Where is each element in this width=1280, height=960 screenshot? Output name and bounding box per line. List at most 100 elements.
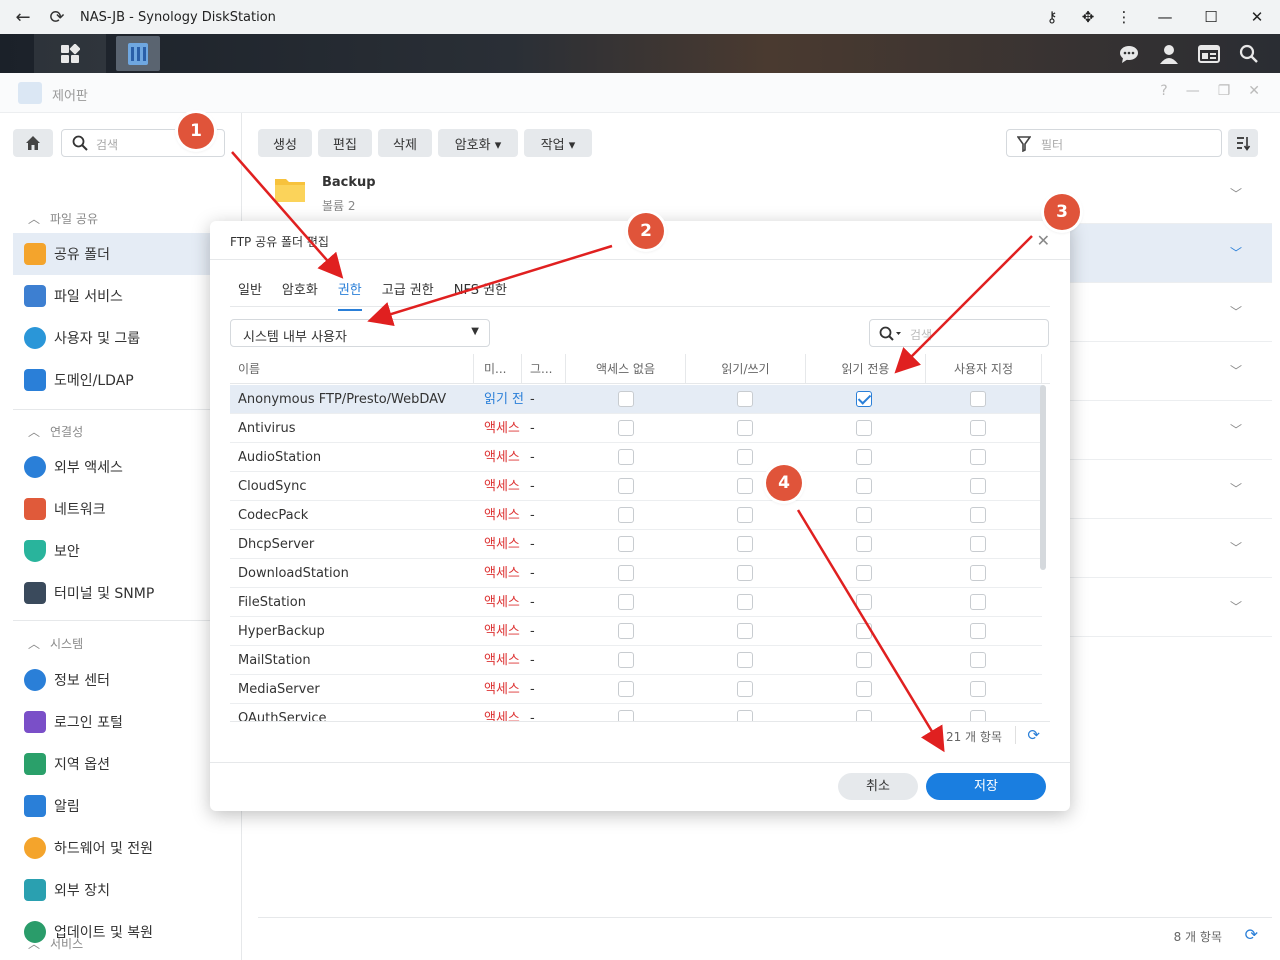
tab-general[interactable]: 일반 <box>228 279 272 305</box>
refresh-icon[interactable]: ⟳ <box>1027 726 1040 744</box>
checkbox-read-only[interactable] <box>856 652 872 668</box>
home-button[interactable] <box>13 129 53 157</box>
table-row[interactable]: FileStation 액세스 - <box>230 588 1042 617</box>
table-scrollbar[interactable] <box>1040 385 1046 570</box>
chevron-down-icon[interactable]: ﹀ <box>1230 303 1242 320</box>
restore-window-icon[interactable]: ❐ <box>1218 83 1231 99</box>
table-row[interactable]: MediaServer 액세스 - <box>230 675 1042 704</box>
permission-search-input[interactable]: 검색 <box>869 319 1049 347</box>
save-button[interactable]: 저장 <box>926 773 1046 800</box>
checkbox-no-access[interactable] <box>618 565 634 581</box>
checkbox-read-only[interactable] <box>856 507 872 523</box>
checkbox-read-write[interactable] <box>737 565 753 581</box>
tab-permissions[interactable]: 권한 <box>328 279 372 311</box>
table-row[interactable]: AudioStation 액세스 - <box>230 443 1042 472</box>
checkbox-read-write[interactable] <box>737 478 753 494</box>
checkbox-read-only[interactable] <box>856 710 872 721</box>
checkbox-read-only[interactable] <box>856 681 872 697</box>
checkbox-read-write[interactable] <box>737 507 753 523</box>
column-header-no-access[interactable]: 액세스 없음 <box>566 354 686 384</box>
back-arrow-icon[interactable]: ← <box>12 6 34 28</box>
section-services[interactable]: ︿ 서비스 <box>28 935 83 952</box>
folder-row[interactable]: Backup 볼륨 2 ﹀ <box>258 165 1272 224</box>
checkbox-no-access[interactable] <box>618 420 634 436</box>
checkbox-custom[interactable] <box>970 507 986 523</box>
checkbox-custom[interactable] <box>970 420 986 436</box>
sidebar-item-network[interactable]: 네트워크 <box>13 488 229 530</box>
checkbox-read-write[interactable] <box>737 623 753 639</box>
chevron-down-icon[interactable]: ﹀ <box>1230 539 1242 556</box>
checkbox-read-write[interactable] <box>737 652 753 668</box>
checkbox-no-access[interactable] <box>618 449 634 465</box>
sidebar-item-users-groups[interactable]: 사용자 및 그룹 <box>13 317 229 359</box>
checkbox-no-access[interactable] <box>618 652 634 668</box>
chevron-down-icon[interactable]: ﹀ <box>1230 421 1242 438</box>
sidebar-item-info-center[interactable]: 정보 센터 <box>13 659 229 701</box>
chevron-down-icon[interactable]: ﹀ <box>1230 362 1242 379</box>
checkbox-no-access[interactable] <box>618 478 634 494</box>
tab-encryption[interactable]: 암호화 <box>272 279 328 305</box>
chevron-down-icon[interactable]: ﹀ <box>1230 480 1242 497</box>
sidebar-item-shared-folder[interactable]: 공유 폴더 <box>13 233 229 275</box>
checkbox-custom[interactable] <box>970 652 986 668</box>
control-panel-taskbar-button[interactable] <box>116 36 160 71</box>
checkbox-no-access[interactable] <box>618 391 634 407</box>
user-icon[interactable] <box>1156 41 1182 67</box>
checkbox-no-access[interactable] <box>618 623 634 639</box>
encrypt-dropdown[interactable]: 암호화 ▾ <box>438 129 518 157</box>
checkbox-read-write[interactable] <box>737 420 753 436</box>
checkbox-read-only[interactable] <box>856 478 872 494</box>
table-row[interactable]: MailStation 액세스 - <box>230 646 1042 675</box>
checkbox-custom[interactable] <box>970 681 986 697</box>
column-header-read-write[interactable]: 읽기/쓰기 <box>686 354 806 384</box>
checkbox-read-write[interactable] <box>737 681 753 697</box>
extensions-icon[interactable]: ✥ <box>1070 8 1106 26</box>
chat-icon[interactable] <box>1116 41 1142 67</box>
sidebar-item-file-services[interactable]: 파일 서비스 <box>13 275 229 317</box>
column-header-preview[interactable]: 미... <box>474 354 522 384</box>
tab-nfs-permissions[interactable]: NFS 권한 <box>444 279 517 305</box>
column-header-read-only[interactable]: 읽기 전용 <box>806 354 926 384</box>
checkbox-read-only[interactable] <box>856 565 872 581</box>
checkbox-read-write[interactable] <box>737 536 753 552</box>
table-row[interactable]: Anonymous FTP/Presto/WebDAV 읽기 전- <box>230 385 1042 414</box>
table-row[interactable]: CodecPack 액세스 - <box>230 501 1042 530</box>
cancel-button[interactable]: 취소 <box>838 773 918 800</box>
checkbox-custom[interactable] <box>970 623 986 639</box>
widgets-icon[interactable] <box>1196 41 1222 67</box>
section-connectivity[interactable]: ︿ 연결성 <box>28 423 83 440</box>
checkbox-custom[interactable] <box>970 565 986 581</box>
close-window-icon[interactable]: ✕ <box>1234 8 1280 26</box>
chevron-down-icon[interactable]: ﹀ <box>1230 244 1242 261</box>
sidebar-item-login-portal[interactable]: 로그인 포털 <box>13 701 229 743</box>
chevron-down-icon[interactable]: ﹀ <box>1230 185 1242 202</box>
table-row[interactable]: DhcpServer 액세스 - <box>230 530 1042 559</box>
table-row[interactable]: HyperBackup 액세스 - <box>230 617 1042 646</box>
main-menu-button[interactable] <box>34 34 106 73</box>
column-header-name[interactable]: 이름 <box>230 354 474 384</box>
minimize-icon[interactable]: — <box>1142 8 1188 26</box>
checkbox-read-only[interactable] <box>856 536 872 552</box>
checkbox-read-write[interactable] <box>737 710 753 721</box>
table-row[interactable]: DownloadStation 액세스 - <box>230 559 1042 588</box>
checkbox-custom[interactable] <box>970 449 986 465</box>
delete-button[interactable]: 삭제 <box>378 129 432 157</box>
edit-button[interactable]: 편집 <box>318 129 372 157</box>
checkbox-read-only[interactable] <box>856 623 872 639</box>
tab-advanced-permissions[interactable]: 고급 권한 <box>372 279 444 305</box>
sidebar-item-external-access[interactable]: 외부 액세스 <box>13 446 229 488</box>
table-row[interactable]: Antivirus 액세스 - <box>230 414 1042 443</box>
close-panel-icon[interactable]: ✕ <box>1248 83 1260 99</box>
search-icon[interactable] <box>1236 41 1262 67</box>
chevron-down-icon[interactable]: ﹀ <box>1230 598 1242 615</box>
checkbox-read-only[interactable] <box>856 420 872 436</box>
checkbox-read-only[interactable] <box>856 391 872 407</box>
reload-icon[interactable]: ⟳ <box>46 6 68 28</box>
checkbox-custom[interactable] <box>970 710 986 721</box>
sidebar-item-notification[interactable]: 알림 <box>13 785 229 827</box>
more-menu-icon[interactable]: ⋮ <box>1106 8 1142 26</box>
column-header-custom[interactable]: 사용자 지정 <box>926 354 1042 384</box>
maximize-icon[interactable]: ☐ <box>1188 8 1234 26</box>
sidebar-item-security[interactable]: 보안 <box>13 530 229 572</box>
checkbox-custom[interactable] <box>970 536 986 552</box>
